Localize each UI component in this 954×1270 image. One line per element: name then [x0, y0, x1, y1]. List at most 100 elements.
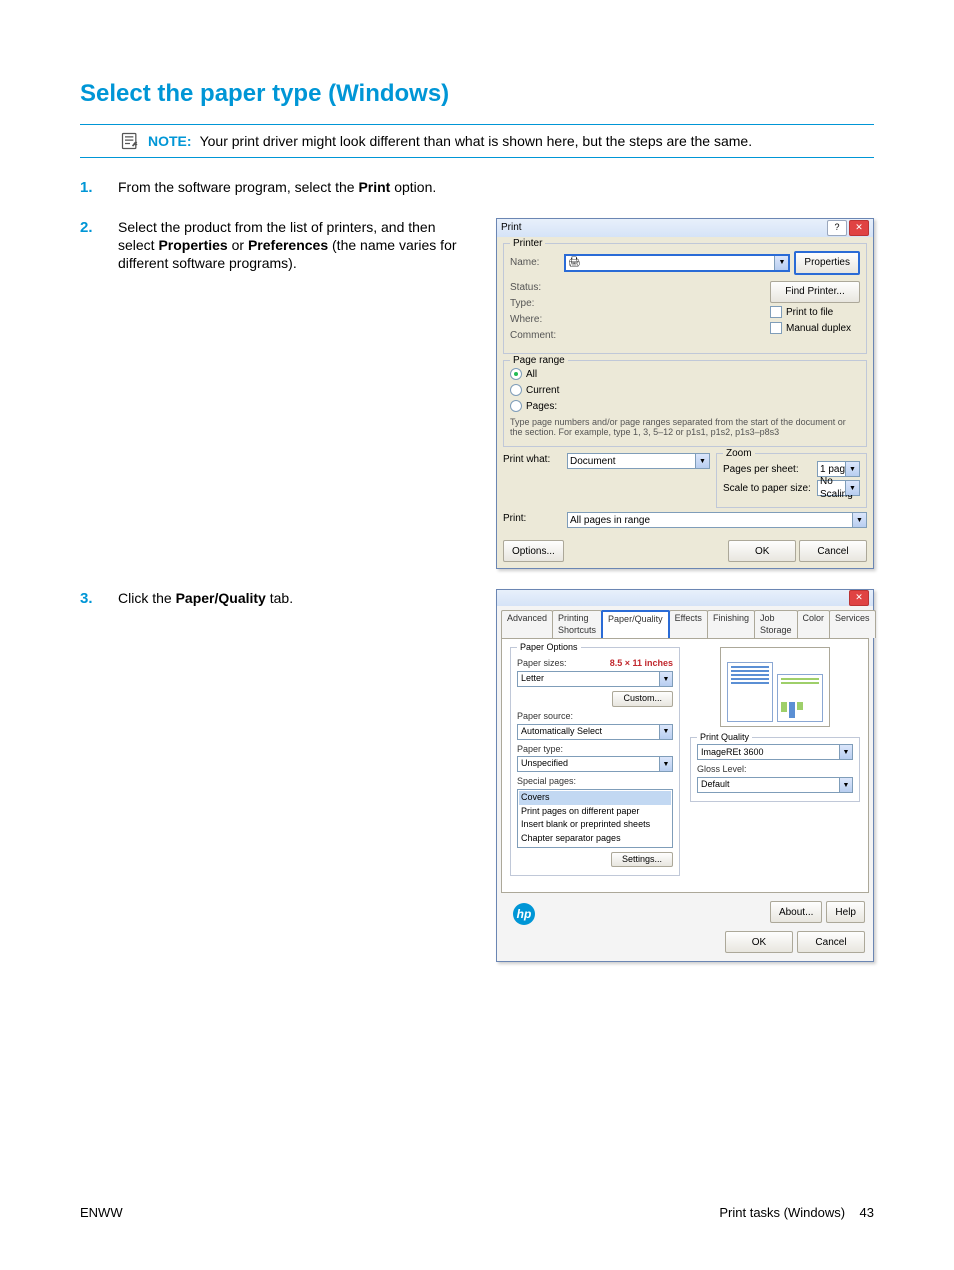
paper-type-label: Paper type: — [517, 744, 673, 756]
properties-button[interactable]: Properties — [794, 251, 860, 275]
print-to-file-checkbox[interactable] — [770, 306, 782, 318]
close-icon[interactable]: ✕ — [849, 590, 869, 606]
chevron-down-icon: ▼ — [845, 462, 859, 476]
custom-button[interactable]: Custom... — [612, 691, 673, 707]
printer-icon: 🖨 — [568, 256, 581, 269]
paper-size-select[interactable]: Letter ▼ — [517, 671, 673, 687]
status-label: Status: — [510, 281, 560, 294]
select-value: Unspecified — [521, 758, 568, 770]
cancel-button[interactable]: Cancel — [799, 540, 867, 562]
print-what-label: Print what: — [503, 453, 561, 508]
ok-button[interactable]: OK — [725, 931, 793, 953]
comment-label: Comment: — [510, 329, 560, 342]
print-quality-select[interactable]: ImageREt 3600 ▼ — [697, 744, 853, 760]
chevron-down-icon: ▼ — [659, 757, 672, 771]
cancel-button[interactable]: Cancel — [797, 931, 865, 953]
chevron-down-icon: ▼ — [839, 745, 852, 759]
footer-section: Print tasks (Windows) — [719, 1205, 845, 1220]
titlebar: Print ? ✕ — [497, 219, 873, 237]
step-body: Click the Paper/Quality tab. — [118, 589, 468, 607]
special-pages-list[interactable]: Covers Print pages on different paper In… — [517, 789, 673, 848]
paper-size-dim: 8.5 × 11 inches — [610, 658, 673, 670]
text: From the software program, select the — [118, 179, 358, 195]
pages-label: Pages: — [526, 400, 557, 413]
list-item[interactable]: Chapter separator pages — [519, 832, 671, 846]
note-text: Your print driver might look different t… — [200, 133, 753, 149]
tab-job-storage[interactable]: Job Storage — [754, 610, 798, 638]
step-number: 1. — [80, 178, 108, 198]
page-number: 43 — [860, 1205, 874, 1220]
pages-per-sheet-label: Pages per sheet: — [723, 463, 813, 476]
list-item[interactable]: Print pages on different paper — [519, 805, 671, 819]
gloss-level-label: Gloss Level: — [697, 764, 853, 776]
paper-sizes-label: Paper sizes: — [517, 658, 567, 670]
tab-advanced[interactable]: Advanced — [501, 610, 553, 638]
footer-left: ENWW — [80, 1205, 123, 1220]
scale-select[interactable]: No Scaling▼ — [817, 480, 860, 496]
chevron-down-icon: ▼ — [845, 481, 859, 495]
print-to-file-label: Print to file — [786, 306, 833, 319]
tab-finishing[interactable]: Finishing — [707, 610, 755, 638]
hp-logo-icon: hp — [513, 903, 535, 925]
chevron-down-icon: ▼ — [852, 513, 866, 527]
select-value: Automatically Select — [521, 726, 602, 738]
group-label: Page range — [510, 354, 568, 367]
print-dialog: Print ? ✕ Printer Name: — [496, 218, 874, 570]
printer-name-select[interactable]: 🖨 ▼ — [564, 254, 790, 272]
options-button[interactable]: Options... — [503, 540, 564, 562]
step-body: From the software program, select the Pr… — [118, 178, 468, 196]
find-printer-button[interactable]: Find Printer... — [770, 281, 860, 303]
list-item[interactable]: Insert blank or preprinted sheets — [519, 818, 671, 832]
print-what-select[interactable]: Document▼ — [567, 453, 710, 469]
tab-services[interactable]: Services — [829, 610, 876, 638]
note-callout: NOTE: Your print driver might look diffe… — [80, 124, 874, 158]
list-item[interactable]: Covers — [519, 791, 671, 805]
tab-effects[interactable]: Effects — [669, 610, 708, 638]
properties-dialog: ✕ Advanced Printing Shortcuts Paper/Qual… — [496, 589, 874, 962]
text: option. — [390, 179, 436, 195]
manual-duplex-checkbox[interactable] — [770, 322, 782, 334]
step-3: 3. Click the Paper/Quality tab. ✕ Advanc… — [80, 589, 874, 962]
chevron-down-icon: ▼ — [659, 725, 672, 739]
chevron-down-icon: ▼ — [839, 778, 852, 792]
current-radio[interactable] — [510, 384, 522, 396]
paper-type-select[interactable]: Unspecified ▼ — [517, 756, 673, 772]
settings-button[interactable]: Settings... — [611, 852, 673, 868]
special-pages-label: Special pages: — [517, 776, 673, 788]
step-number: 3. — [80, 589, 108, 609]
pages-radio[interactable] — [510, 400, 522, 412]
gloss-level-select[interactable]: Default ▼ — [697, 777, 853, 793]
close-icon[interactable]: ✕ — [849, 220, 869, 236]
print-select[interactable]: All pages in range ▼ — [567, 512, 867, 528]
select-value: Default — [701, 779, 730, 791]
text-bold: Preferences — [248, 237, 328, 253]
print-quality-group: Print Quality ImageREt 3600▼ Gloss Level… — [690, 737, 860, 802]
select-value: Letter — [521, 673, 544, 685]
text-bold: Paper/Quality — [176, 590, 266, 606]
manual-duplex-label: Manual duplex — [786, 322, 851, 335]
help-icon[interactable]: ? — [827, 220, 847, 236]
chevron-down-icon: ▼ — [659, 672, 672, 686]
tab-printing-shortcuts[interactable]: Printing Shortcuts — [552, 610, 602, 638]
tab-color[interactable]: Color — [797, 610, 831, 638]
print-label: Print: — [503, 512, 561, 528]
paper-source-select[interactable]: Automatically Select ▼ — [517, 724, 673, 740]
step-body: Select the product from the list of prin… — [118, 218, 468, 273]
tab-paper-quality[interactable]: Paper/Quality — [601, 610, 670, 638]
note-icon — [120, 131, 140, 151]
chevron-down-icon: ▼ — [695, 454, 709, 468]
select-value: ImageREt 3600 — [701, 747, 764, 759]
select-value: All pages in range — [570, 514, 650, 527]
about-button[interactable]: About... — [770, 901, 822, 923]
name-label: Name: — [510, 256, 560, 269]
group-label: Zoom — [723, 447, 755, 460]
step-1: 1. From the software program, select the… — [80, 178, 874, 198]
group-label: Print Quality — [697, 732, 752, 744]
scale-label: Scale to paper size: — [723, 482, 813, 495]
help-button[interactable]: Help — [826, 901, 865, 923]
all-radio[interactable] — [510, 368, 522, 380]
current-label: Current — [526, 384, 559, 397]
page-range-group: Page range All Current Pages: Type page … — [503, 360, 867, 448]
step-2: 2. Select the product from the list of p… — [80, 218, 874, 570]
ok-button[interactable]: OK — [728, 540, 796, 562]
